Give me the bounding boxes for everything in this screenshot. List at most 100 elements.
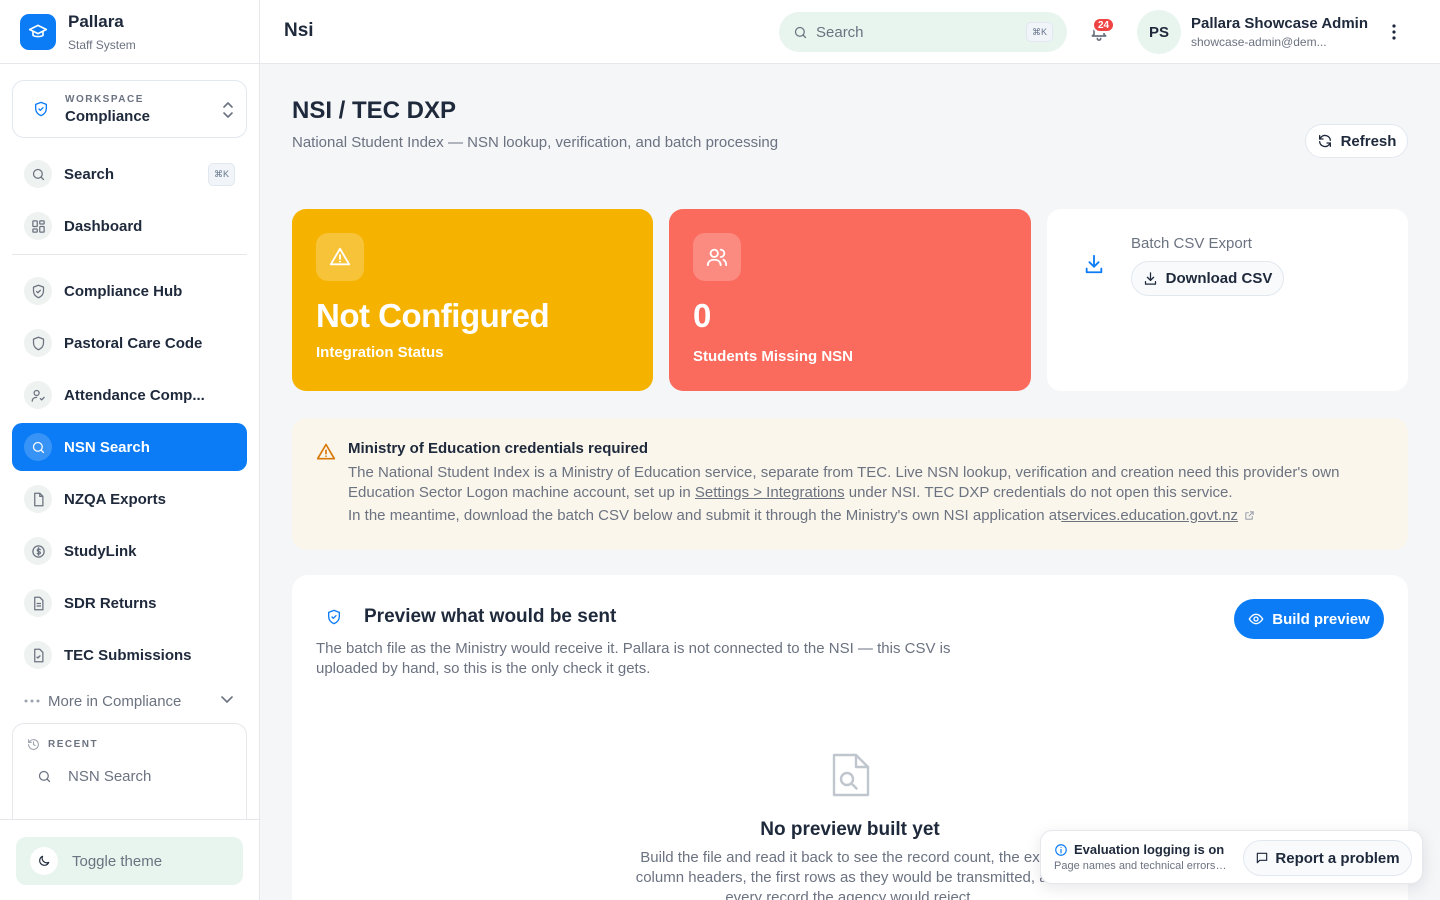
notification-badge: 24	[1092, 17, 1116, 33]
empty-description: Build the file and read it back to see t…	[635, 849, 1065, 900]
sidebar-item-nzqa-exports[interactable]: NZQA Exports	[12, 475, 247, 523]
document-icon	[24, 589, 52, 617]
search-icon	[24, 160, 52, 188]
sidebar-search-label: Search	[64, 165, 115, 183]
missing-nsn-card: 0 Students Missing NSN	[669, 209, 1031, 391]
sidebar-item-nsn-search[interactable]: NSN Search	[12, 423, 247, 471]
user-check-icon	[24, 381, 52, 409]
missing-nsn-count: 0	[693, 297, 711, 334]
refresh-icon	[1317, 133, 1333, 149]
more-vertical-icon[interactable]	[1392, 24, 1396, 40]
sidebar-item-label: Compliance Hub	[64, 282, 183, 300]
search-shortcut: ⌘K	[1026, 22, 1053, 42]
sidebar-item-sdr-returns[interactable]: SDR Returns	[12, 579, 247, 627]
nav-divider	[12, 254, 247, 255]
eye-icon	[1248, 611, 1264, 627]
toggle-theme-button[interactable]: Toggle theme	[16, 837, 243, 885]
external-link-icon	[1244, 510, 1255, 521]
sidebar-item-label: Attendance Comp...	[64, 386, 205, 404]
brand-subtitle: Staff System	[68, 37, 136, 52]
recent-item[interactable]: NSN Search	[37, 768, 151, 785]
page-title: NSI / TEC DXP	[292, 97, 457, 124]
user-name: Pallara Showcase Admin	[1191, 15, 1369, 32]
graduation-cap-icon	[20, 13, 56, 50]
warning-icon	[316, 233, 364, 281]
toggle-theme-label: Toggle theme	[72, 852, 163, 870]
search-input[interactable]: Search ⌘K	[779, 12, 1067, 52]
toast-title: Evaluation logging is on	[1074, 842, 1225, 857]
sidebar-item-label: Dashboard	[64, 217, 143, 235]
alert-body-text: under NSI. TEC DXP credentials do not op…	[844, 484, 1233, 501]
download-csv-button[interactable]: Download CSV	[1131, 261, 1284, 296]
alert-line-text: In the meantime, download the batch CSV …	[348, 507, 1062, 524]
sidebar-item-label: NZQA Exports	[64, 490, 166, 508]
message-icon	[1255, 851, 1269, 865]
shield-check-icon	[24, 277, 52, 305]
alert-title: Ministry of Education credentials requir…	[348, 440, 649, 457]
search-placeholder: Search	[816, 23, 864, 41]
missing-nsn-label: Students Missing NSN	[693, 348, 854, 365]
batch-export-card: Batch CSV Export Download CSV	[1047, 209, 1408, 391]
refresh-button[interactable]: Refresh	[1305, 124, 1408, 158]
settings-integrations-link[interactable]: Settings > Integrations	[695, 484, 845, 501]
evaluation-toast: Evaluation logging is on Page names and …	[1040, 830, 1423, 884]
build-preview-label: Build preview	[1272, 610, 1370, 628]
chevron-up-down-icon	[222, 101, 234, 119]
sidebar-item-label: SDR Returns	[64, 594, 157, 612]
workspace-label: WORKSPACE	[65, 93, 144, 105]
refresh-label: Refresh	[1340, 132, 1397, 150]
brand: Pallara Staff System	[0, 0, 259, 64]
sidebar-search[interactable]: Search ⌘K	[12, 150, 247, 198]
breadcrumb: Nsi	[284, 20, 314, 41]
preview-description: The batch file as the Ministry would rec…	[316, 640, 951, 677]
sidebar-footer: Toggle theme	[0, 819, 259, 900]
user-email: showcase-admin@dem...	[1191, 35, 1327, 49]
report-problem-button[interactable]: Report a problem	[1243, 840, 1412, 876]
sidebar-item-compliance-hub[interactable]: Compliance Hub	[12, 267, 247, 315]
shield-icon	[24, 329, 52, 357]
workspace-value: Compliance	[65, 107, 151, 125]
users-icon	[693, 233, 741, 281]
top-bar: Nsi Search ⌘K 24 PS Pallara Showcase Adm…	[260, 0, 1440, 64]
report-problem-label: Report a problem	[1275, 849, 1400, 867]
credentials-alert: Ministry of Education credentials requir…	[292, 418, 1408, 550]
integration-status-card: Not Configured Integration Status	[292, 209, 653, 391]
sidebar-item-label: NSN Search	[64, 438, 150, 456]
search-icon	[24, 433, 52, 461]
sidebar-item-label: StudyLink	[64, 542, 137, 560]
recent-title: RECENT	[48, 739, 99, 750]
search-shortcut: ⌘K	[208, 163, 235, 186]
sidebar-item-dashboard[interactable]: Dashboard	[12, 202, 247, 250]
alert-body: The National Student Index is a Ministry…	[348, 463, 1388, 503]
integration-status-label: Integration Status	[316, 344, 444, 361]
sidebar-item-studylink[interactable]: StudyLink	[12, 527, 247, 575]
shield-check-icon	[326, 609, 342, 625]
dollar-icon	[24, 537, 52, 565]
workspace-switcher[interactable]: WORKSPACE Compliance	[12, 80, 247, 138]
batch-export-label: Batch CSV Export	[1131, 235, 1252, 252]
sidebar-item-tec-submissions[interactable]: TEC Submissions	[12, 631, 247, 679]
sidebar-item-label: TEC Submissions	[64, 646, 192, 664]
grid-icon	[24, 212, 52, 240]
ministry-link[interactable]: services.education.govt.nz	[1061, 507, 1238, 524]
download-icon	[1083, 253, 1105, 275]
shield-check-icon	[33, 100, 49, 118]
toast-subtitle: Page names and technical errors are reco…	[1054, 860, 1229, 872]
search-icon	[37, 769, 52, 784]
alert-line: In the meantime, download the batch CSV …	[348, 507, 1255, 524]
recent-item-label: NSN Search	[68, 768, 152, 785]
file-check-icon	[24, 641, 52, 669]
integration-status-value: Not Configured	[316, 297, 550, 334]
more-in-compliance[interactable]: More in Compliance	[24, 688, 239, 714]
ellipsis-icon	[24, 699, 40, 703]
avatar[interactable]: PS	[1137, 10, 1181, 54]
sidebar-item-attendance-compliance[interactable]: Attendance Comp...	[12, 371, 247, 419]
build-preview-button[interactable]: Build preview	[1234, 599, 1384, 639]
download-icon	[1143, 271, 1158, 286]
download-csv-label: Download CSV	[1165, 270, 1273, 287]
sidebar-item-pastoral-care-code[interactable]: Pastoral Care Code	[12, 319, 247, 367]
brand-name: Pallara	[68, 11, 124, 31]
sidebar-item-label: Pastoral Care Code	[64, 334, 203, 352]
search-icon	[793, 25, 808, 40]
history-icon	[27, 738, 40, 751]
